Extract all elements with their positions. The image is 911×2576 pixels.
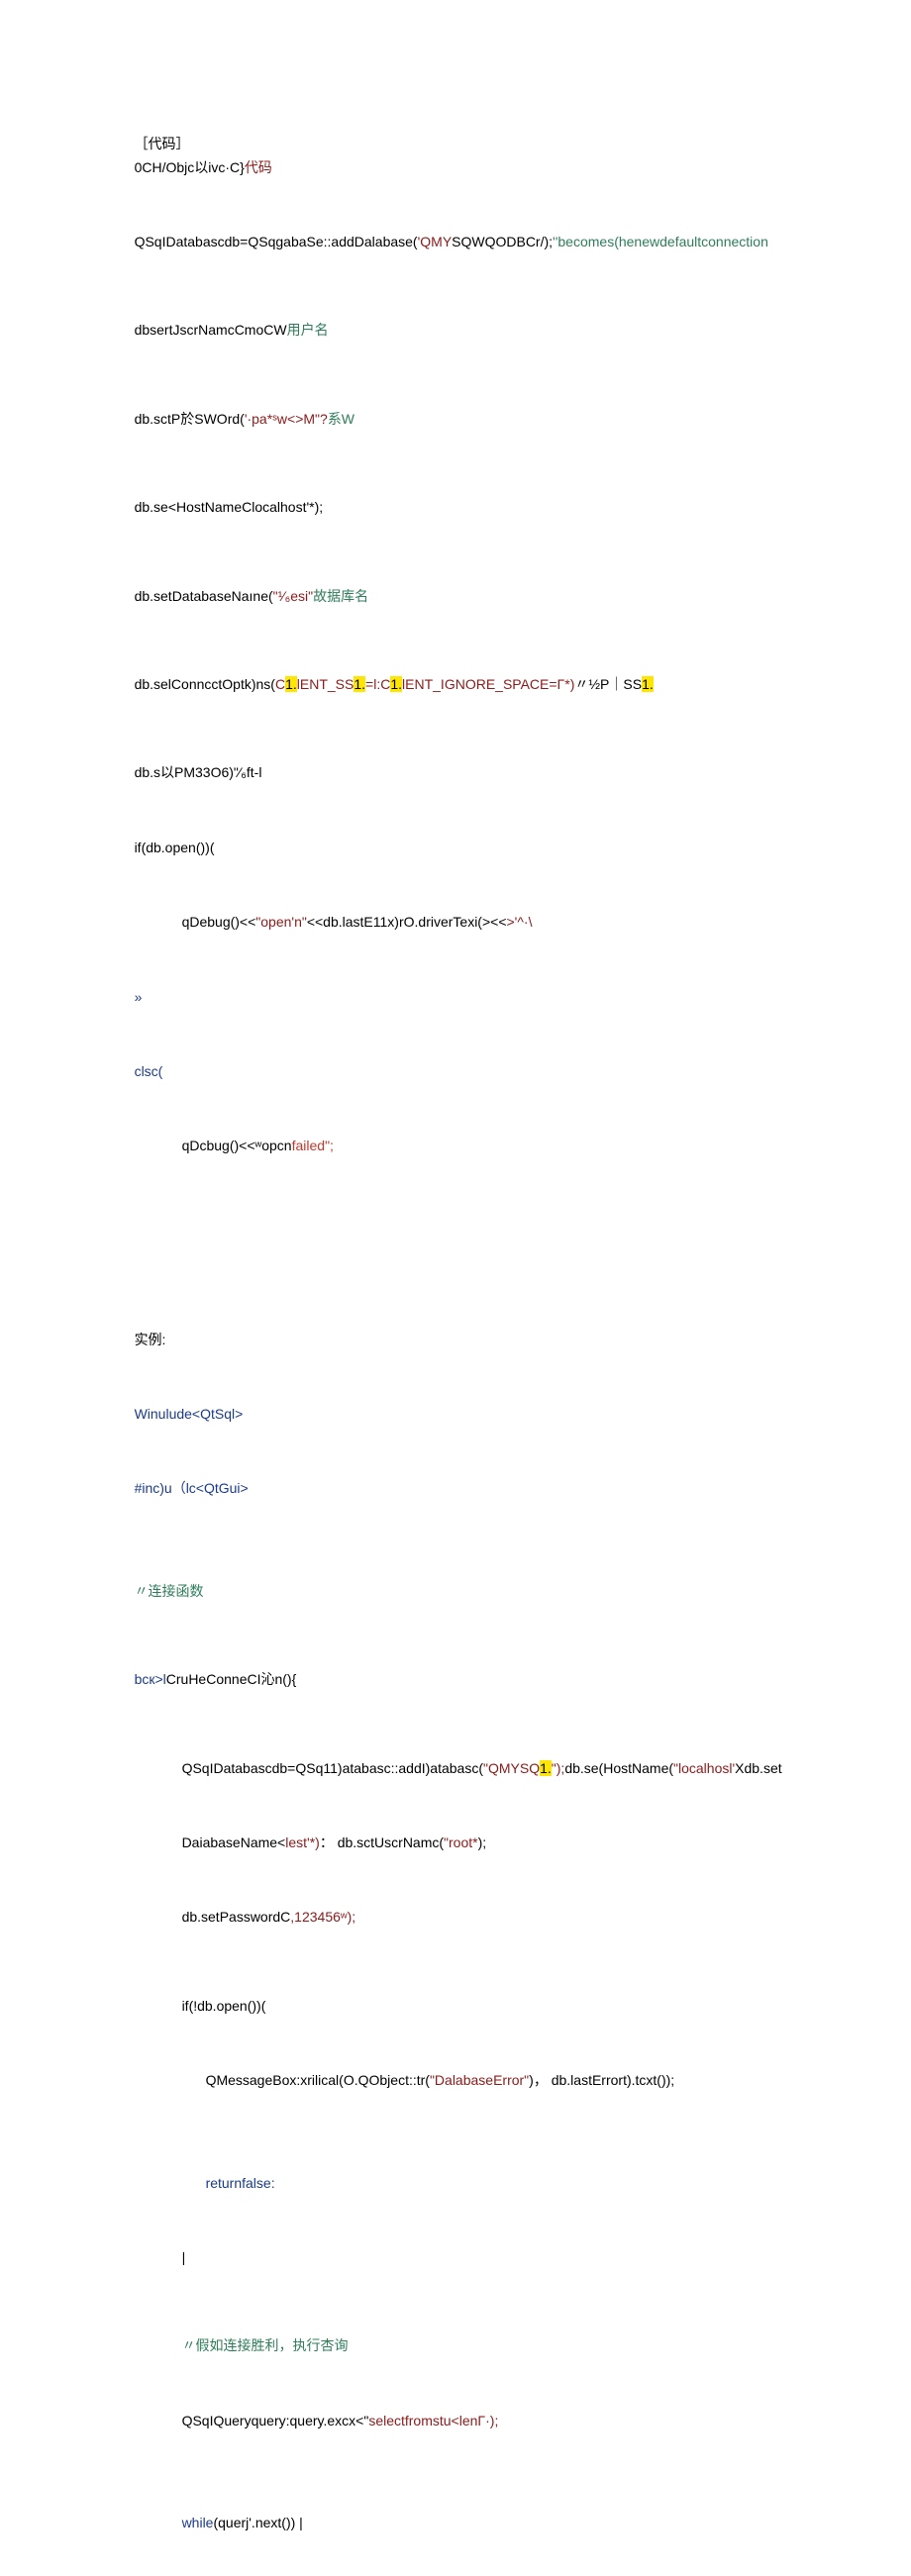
text: 0CH/Objc以ivc·C}: [135, 159, 245, 175]
text: lENT_SS: [297, 676, 354, 692]
text: dbsertJscrNamcCmoCW: [135, 322, 287, 338]
code-line: bcк>lCruHeConneCI沁n(){: [119, 1644, 792, 1715]
text: ［代码］: [135, 136, 190, 151]
text: db.setDatabaseNaıne(: [135, 588, 273, 604]
text: db.setPasswordC: [182, 1909, 291, 1925]
code-line: db.setDatabaseNaıne("¹⁄₆esi"故据库名: [119, 561, 792, 632]
text: );: [478, 1834, 487, 1850]
text: failed";: [292, 1138, 334, 1153]
comment-text: 故据库名: [313, 588, 368, 604]
text: CruHeConneCI沁n(){: [166, 1671, 297, 1687]
text: #inc)u（lc<QtGui>: [135, 1480, 249, 1496]
text: <<db.lastE11x)rO.driverTexi(><<: [307, 914, 507, 930]
text: |: [182, 2249, 186, 2265]
text: QMessageBox:xrilical(O.QObject::tr(: [206, 2072, 430, 2088]
comment-text: ''becomes(henewdefaultconnection: [553, 234, 768, 249]
highlight: 1.: [354, 676, 365, 692]
code-line: |: [119, 2223, 792, 2293]
string-text: "¹⁄₆esi": [273, 588, 313, 604]
text: qDebug()<<: [182, 914, 256, 930]
text: )， db.lastErrort).tcxt());: [529, 2072, 674, 2088]
comment-text: 系W: [328, 411, 354, 427]
text: );: [490, 2413, 499, 2428]
highlight: 1.: [540, 1760, 552, 1776]
highlight: 1.: [642, 676, 654, 692]
string-text: 'QMY: [418, 234, 453, 249]
code-line: DaiabaseName<lest'*)： db.sctUscrNamc("ro…: [119, 1808, 792, 1878]
string-text: "QMYSQ: [483, 1760, 540, 1776]
text: QSqIDatabascdb=QSqgabaSe::addDalabase(: [135, 234, 418, 249]
string-text: selectfromstu<lenΓ·: [368, 2413, 489, 2428]
highlight: 1.: [390, 676, 402, 692]
string-text: '·pa*ˢw<>M"?: [245, 411, 328, 427]
string-text: "localhosl': [673, 1760, 735, 1776]
text: returnfalse:: [206, 2175, 275, 2191]
code-line: ［代码］ 0CH/Objc以ivc·C}代码: [119, 109, 792, 203]
code-line: qDcbug()<<ʷopcnfailed";: [119, 1111, 792, 1181]
code-line: Winulude<QtSql>: [119, 1379, 792, 1449]
keyword-text: bcк>l: [135, 1671, 166, 1687]
code-line: QMessageBox:xrilical(O.QObject::tr("Dala…: [119, 2045, 792, 2116]
code-line: QSqIDatabascdb=QSq11)atabasc::addI)ataba…: [119, 1734, 792, 1804]
string-text: "DalabaseError": [430, 2072, 529, 2088]
code-line: db.selConncctOptk)ns(C1.lENT_SS1.=l:C1.l…: [119, 649, 792, 720]
text: lENT_IGNORE_SPACE=Γ*): [402, 676, 574, 692]
highlight: 1.: [285, 676, 297, 692]
code-line: dbsertJscrNamcCmoCW用户名: [119, 296, 792, 366]
code-line: if(!db.open())(: [119, 1971, 792, 2041]
text: db.selConncctOptk)ns(: [135, 676, 275, 692]
text: SQWQODBCr/);: [452, 234, 553, 249]
code-line: clsc(: [119, 1037, 792, 1107]
code-line: returnfalse:: [119, 2148, 792, 2219]
code-line: »: [119, 962, 792, 1033]
text: ： db.sctUscrNamc(: [320, 1834, 444, 1850]
string-text: >'^·\: [507, 914, 533, 930]
code-line: db.se<HostNameClocalhost'*);: [119, 472, 792, 543]
code-line: #inc)u（lc<QtGui>: [119, 1454, 792, 1525]
text: qDcbug()<<ʷopcn: [182, 1138, 292, 1153]
text: Winulude<QtSql>: [135, 1406, 244, 1422]
section-title: 实例:: [119, 1305, 792, 1375]
text: db.se<HostNameClocalhost'*);: [135, 499, 324, 515]
code-line: QSqIDatabascdb=QSqgabaSe::addDalabase('Q…: [119, 207, 792, 277]
text: if(db.open())(: [135, 840, 215, 855]
text: db.se(HostName(: [564, 1760, 673, 1776]
code-line: db.setPasswordC,123456ʷ);: [119, 1883, 792, 1953]
comment-line: 〃连接函数: [119, 1556, 792, 1627]
code-line: QSqIQueryquery:query.excx<"selectfromstu…: [119, 2386, 792, 2456]
text: »: [135, 989, 143, 1005]
text: DaiabaseName<: [182, 1834, 286, 1850]
code-line: db.sctP於SWOrd('·pa*ˢw<>M"?系W: [119, 384, 792, 454]
keyword-text: 代码: [245, 159, 272, 175]
text: 〃假如连接胜利，执行杏询: [182, 2337, 349, 2353]
comment-text: 用户名: [287, 322, 329, 338]
text: db.sctP於SWOrd(: [135, 411, 245, 427]
text: clsc(: [135, 1063, 163, 1079]
string-text: lest'*): [285, 1834, 320, 1850]
document-page: ［代码］ 0CH/Objc以ivc·C}代码 QSqIDatabascdb=QS…: [0, 0, 911, 2576]
string-text: ,123456ʷ: [290, 1909, 347, 1925]
text: (querj'.next()) |: [213, 2515, 302, 2530]
text: =l:C: [365, 676, 390, 692]
keyword-text: while: [182, 2515, 214, 2530]
text: C: [275, 676, 285, 692]
code-line: if(db.open())(: [119, 813, 792, 883]
code-line: QSuingname=query.value(3).toString(>:: [119, 2563, 792, 2576]
code-line: while(querj'.next()) |: [119, 2488, 792, 2558]
code-line: qDebug()<<"open'n"<<db.lastE11x)rO.drive…: [119, 887, 792, 957]
string-text: "root*: [444, 1834, 478, 1850]
comment-line: 〃假如连接胜利，执行杏询: [119, 2312, 792, 2382]
text: 〃½P｜SS: [574, 676, 642, 692]
text: QSqIQueryquery:query.excx<": [182, 2413, 369, 2428]
string-text: ");: [552, 1760, 565, 1776]
text: 实例:: [135, 1332, 166, 1347]
code-line: db.s以PM33O6)"⁄₆ft-l: [119, 739, 792, 809]
text: if(!db.open())(: [182, 1998, 266, 2014]
string-text: "open'n": [255, 914, 307, 930]
text: QSqIDatabascdb=QSq11)atabasc::addI)ataba…: [182, 1760, 483, 1776]
text: );: [348, 1909, 356, 1925]
text: 〃连接函数: [135, 1583, 204, 1599]
text: db.s以PM33O6)"⁄₆ft-l: [135, 764, 262, 780]
text: Xdb.set: [735, 1760, 781, 1776]
